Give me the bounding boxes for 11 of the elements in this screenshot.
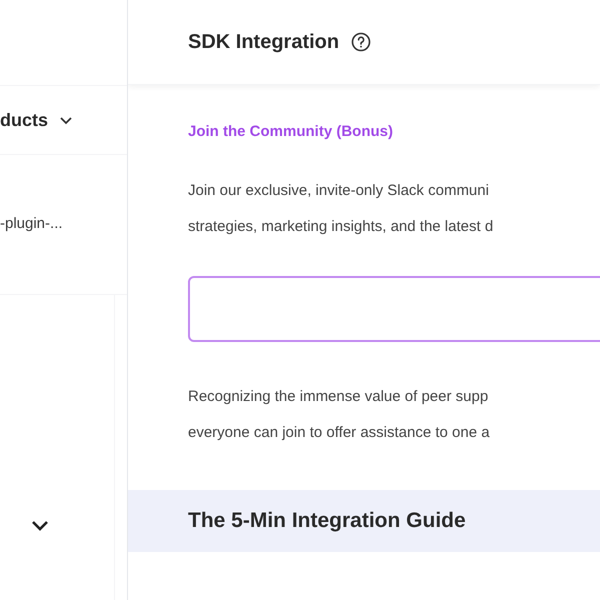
input-field[interactable] <box>188 276 600 342</box>
section-heading: Join the Community (Bonus) <box>188 122 394 142</box>
paragraph-line: strategies, marketing insights, and the latest d <box>188 216 494 236</box>
paragraph-line: Join our exclusive, invite-only Slack communi <box>188 180 490 200</box>
nav-menu[interactable]: ducts <box>0 106 74 134</box>
sidebar-link[interactable]: -plugin-... <box>0 213 127 236</box>
paragraph-line: Recognizing the immense value of peer supp <box>188 386 490 406</box>
paragraph-line: everyone can join to offer assistance to one a <box>188 422 491 442</box>
help-icon[interactable] <box>351 32 372 52</box>
page-title: SDK Integration <box>188 30 340 55</box>
section-heading: The 5-Min Integration Guide <box>188 508 466 534</box>
